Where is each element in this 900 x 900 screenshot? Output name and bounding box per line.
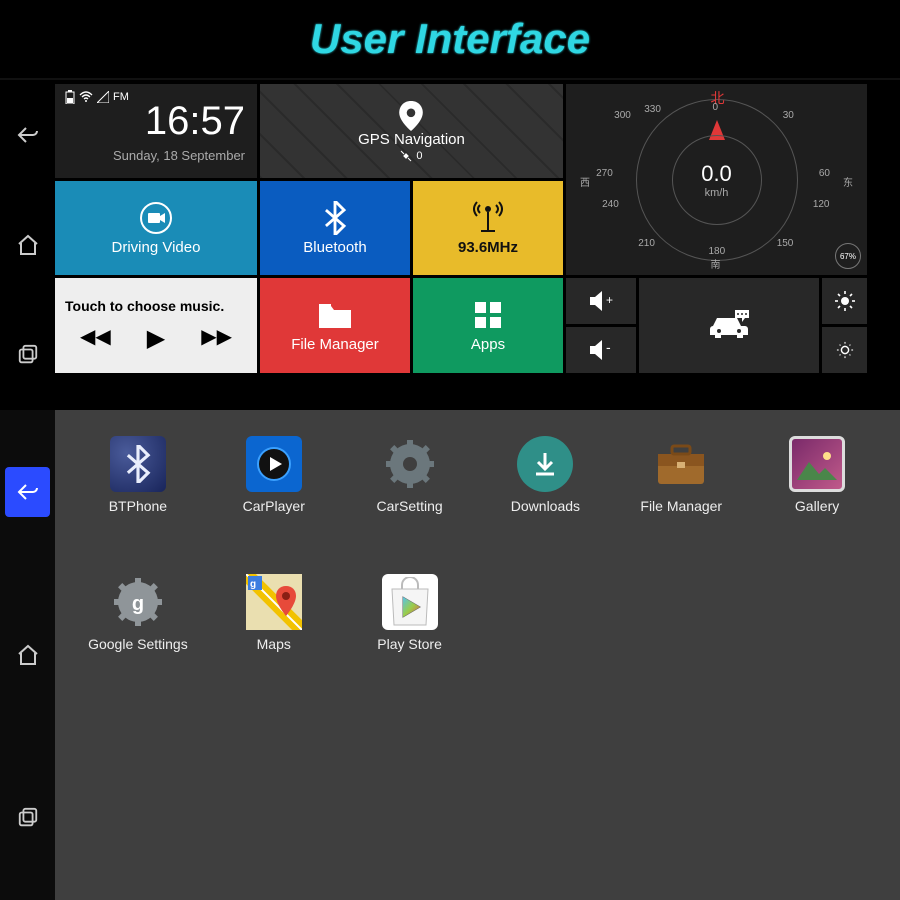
app-carsetting[interactable]: CarSetting (347, 436, 473, 556)
app-label: CarPlayer (243, 498, 305, 514)
battery-ring: 67% (835, 243, 861, 269)
nav-rail-home (0, 80, 55, 410)
gear-icon (384, 438, 436, 490)
driving-video-tile[interactable]: Driving Video (55, 181, 257, 275)
shop-bag-icon (386, 577, 434, 627)
location-pin-icon (398, 101, 424, 131)
recents-button[interactable] (5, 793, 50, 843)
home-button[interactable] (5, 630, 50, 680)
antenna-icon (473, 201, 503, 235)
app-label: Gallery (795, 498, 839, 514)
app-play-store[interactable]: Play Store (347, 574, 473, 694)
gps-label: GPS Navigation (358, 131, 465, 148)
compass-east: 东 (843, 174, 853, 189)
sun-icon (835, 291, 855, 311)
volume-down-button[interactable]: - (566, 327, 636, 373)
apps-label: Apps (471, 336, 505, 353)
car-chat-button[interactable] (639, 278, 819, 373)
svg-text:g: g (250, 579, 256, 590)
svg-text:g: g (132, 593, 144, 615)
bluetooth-label: Bluetooth (303, 239, 366, 256)
sun-dim-icon (836, 341, 854, 359)
app-label: Play Store (377, 636, 442, 652)
music-hint: Touch to choose music. (65, 298, 224, 314)
banner-title: User Interface (310, 15, 590, 63)
bluetooth-tile[interactable]: Bluetooth (260, 181, 410, 275)
maps-icon: g (246, 574, 302, 630)
status-fm-label: FM (113, 91, 129, 103)
brightness-up-button[interactable] (822, 278, 867, 324)
prev-track-icon[interactable]: ◀◀ (80, 324, 111, 353)
file-manager-label: File Manager (291, 336, 379, 353)
banner: User Interface (0, 0, 900, 80)
svg-text:-: - (606, 339, 611, 355)
play-icon[interactable]: ▶ (147, 324, 165, 353)
driving-video-label: Driving Video (112, 239, 201, 256)
nav-rail-drawer (0, 410, 55, 900)
wifi-icon (79, 91, 93, 103)
app-drawer-grid: BTPhone CarPlayer CarSetting Downloads F (55, 410, 900, 900)
app-btphone[interactable]: BTPhone (75, 436, 201, 556)
car-chat-icon (707, 308, 751, 344)
next-track-icon[interactable]: ▶▶ (201, 324, 232, 353)
folder-icon (317, 300, 353, 330)
battery-icon (65, 90, 75, 104)
apps-tile[interactable]: Apps (413, 278, 563, 373)
camera-icon (139, 201, 173, 235)
app-label: Google Settings (88, 636, 188, 652)
file-manager-tile[interactable]: File Manager (260, 278, 410, 373)
recents-button[interactable] (5, 330, 50, 380)
svg-text:+: + (606, 293, 613, 307)
app-label: BTPhone (109, 498, 167, 514)
home-screen: FM 16:57 Sunday, 18 September GPS Naviga… (0, 80, 900, 410)
tile-grid: FM 16:57 Sunday, 18 September GPS Naviga… (55, 80, 900, 410)
app-google-settings[interactable]: g Google Settings (75, 574, 201, 694)
apps-grid-icon (473, 300, 503, 330)
signal-icon (97, 91, 109, 103)
app-label: CarSetting (377, 498, 443, 514)
back-button[interactable] (5, 110, 50, 160)
home-button[interactable] (5, 220, 50, 270)
volume-up-icon: + (588, 290, 614, 312)
compass-center: 0.0 km/h (672, 135, 762, 225)
app-label: File Manager (640, 498, 722, 514)
app-label: Maps (257, 636, 291, 652)
bluetooth-icon (322, 201, 348, 235)
app-carplayer[interactable]: CarPlayer (211, 436, 337, 556)
compass-speed: 0.0 (701, 161, 732, 187)
back-button[interactable] (5, 467, 50, 517)
clock-date: Sunday, 18 September (113, 148, 245, 163)
app-downloads[interactable]: Downloads (483, 436, 609, 556)
compass-south: 南 (711, 256, 721, 271)
app-filemanager[interactable]: File Manager (618, 436, 744, 556)
radio-tile[interactable]: 93.6MHz (413, 181, 563, 275)
brightness-down-button[interactable] (822, 327, 867, 373)
play-circle-icon (254, 444, 294, 484)
app-maps[interactable]: g Maps (211, 574, 337, 694)
download-icon (530, 449, 560, 479)
compass-tile[interactable]: 北 东 南 西 0 30 60 120 150 180 210 240 270 … (566, 84, 867, 275)
gear-g-icon: g (112, 576, 164, 628)
app-drawer-screen: BTPhone CarPlayer CarSetting Downloads F (0, 410, 900, 900)
satellite-icon (400, 150, 412, 162)
gps-tile[interactable]: GPS Navigation 0 (260, 84, 563, 178)
app-label: Downloads (511, 498, 580, 514)
compass-unit: km/h (705, 187, 729, 199)
gps-satellite-status: 0 (400, 150, 422, 162)
bluetooth-icon (124, 445, 152, 483)
clock-time: 16:57 (145, 99, 245, 144)
compass-west: 西 (580, 174, 590, 189)
radio-freq: 93.6MHz (458, 239, 518, 256)
landscape-icon (797, 448, 837, 480)
status-bar: FM (65, 90, 129, 104)
music-tile[interactable]: Touch to choose music. ◀◀ ▶ ▶▶ (55, 278, 257, 373)
app-gallery[interactable]: Gallery (754, 436, 880, 556)
volume-up-button[interactable]: + (566, 278, 636, 324)
clock-tile[interactable]: FM 16:57 Sunday, 18 September (55, 84, 257, 178)
volume-down-icon: - (588, 339, 614, 361)
briefcase-icon (654, 440, 708, 488)
